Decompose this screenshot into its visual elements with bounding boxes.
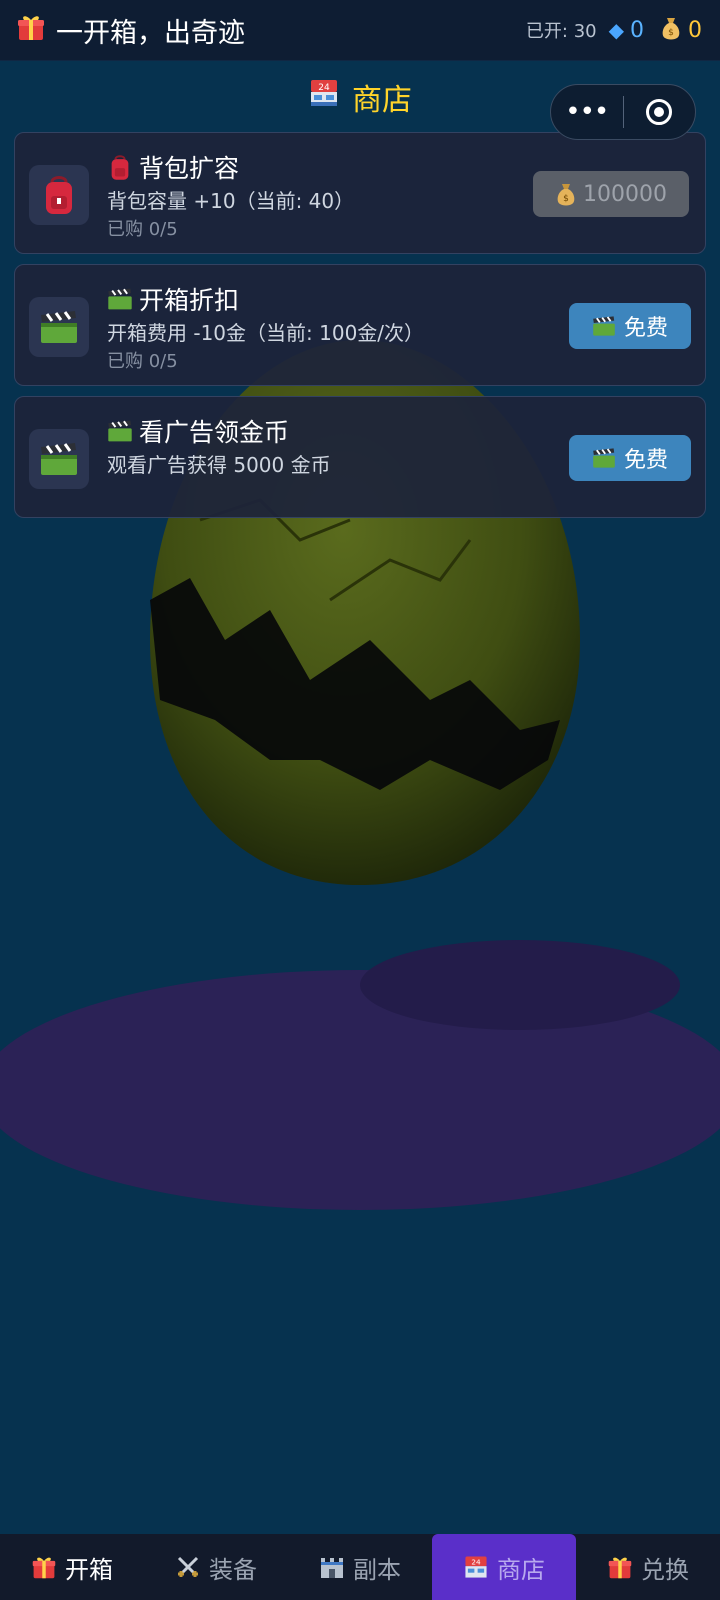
- backpack-icon: [107, 154, 133, 181]
- mini-program-capsule: •••: [550, 84, 696, 140]
- top-bar: 一开箱，出奇迹 已开: 30 ◆ 0 $ 0: [0, 0, 720, 61]
- shop-item-watch-ad: 看广告领金币 观看广告获得 5000 金币 免费: [14, 396, 706, 518]
- nav-label: 兑换: [641, 1555, 689, 1584]
- clapperboard-icon: [107, 287, 133, 311]
- free-button[interactable]: 免费: [569, 303, 691, 349]
- item-description: 开箱费用 -10金（当前: 100金/次）: [107, 321, 425, 345]
- svg-text:$: $: [563, 194, 569, 204]
- purchase-count: 已购 0/5: [107, 351, 178, 372]
- backpack-icon: [29, 165, 89, 225]
- nav-item-shop[interactable]: 24 商店: [432, 1534, 576, 1600]
- gift-icon: [607, 1554, 633, 1580]
- svg-text:24: 24: [471, 1558, 481, 1567]
- svg-text:24: 24: [318, 83, 330, 93]
- clapperboard-icon: [592, 447, 616, 469]
- nav-item-equipment[interactable]: 装备: [144, 1534, 288, 1600]
- price-label: 100000: [583, 181, 667, 207]
- clapperboard-icon: [29, 429, 89, 489]
- diamond-icon: ◆: [608, 18, 624, 42]
- item-title: 看广告领金币: [107, 413, 289, 449]
- item-title-text: 看广告领金币: [139, 418, 290, 447]
- item-title: 背包扩容: [107, 149, 239, 185]
- coin-count: 0: [688, 17, 702, 43]
- item-title: 开箱折扣: [107, 281, 239, 317]
- bottom-nav: 开箱 装备 副本 24 商店 兑换: [0, 1534, 720, 1600]
- item-description: 观看广告获得 5000 金币: [107, 453, 331, 477]
- shop-item-backpack: 背包扩容 背包容量 +10（当前: 40） 已购 0/5 $ 100000: [14, 132, 706, 254]
- shop-title: 商店: [352, 83, 412, 118]
- nav-item-redeem[interactable]: 兑换: [576, 1534, 720, 1600]
- clapperboard-icon: [29, 297, 89, 357]
- store-icon: 24: [308, 77, 340, 117]
- opened-count: 已开: 30: [525, 21, 597, 42]
- free-button[interactable]: 免费: [569, 435, 691, 481]
- nav-item-open-box[interactable]: 开箱: [0, 1534, 144, 1600]
- clapperboard-icon: [592, 315, 616, 337]
- nav-label: 商店: [497, 1555, 545, 1584]
- app-title-text: 一开箱，出奇迹: [56, 17, 245, 49]
- buy-button-disabled[interactable]: $ 100000: [533, 171, 689, 217]
- clapperboard-icon: [107, 419, 133, 443]
- close-mini-program-button[interactable]: [624, 99, 696, 125]
- gem-count: 0: [630, 17, 644, 43]
- item-title-text: 开箱折扣: [139, 286, 240, 315]
- item-description: 背包容量 +10（当前: 40）: [107, 189, 355, 213]
- money-bag-icon: $: [660, 16, 682, 45]
- nav-label: 开箱: [65, 1555, 113, 1584]
- shop-item-discount: 开箱折扣 开箱费用 -10金（当前: 100金/次） 已购 0/5 免费: [14, 264, 706, 386]
- store-icon: 24: [463, 1554, 489, 1580]
- target-icon: [646, 99, 673, 125]
- more-menu-button[interactable]: •••: [551, 99, 623, 125]
- purchase-count: 已购 0/5: [107, 219, 178, 240]
- free-button-label: 免费: [623, 448, 668, 473]
- money-bag-icon: $: [555, 182, 577, 206]
- nav-label: 副本: [353, 1555, 401, 1584]
- gift-icon: [16, 12, 46, 49]
- nav-item-dungeon[interactable]: 副本: [288, 1534, 432, 1600]
- castle-icon: [319, 1554, 345, 1580]
- svg-text:$: $: [668, 28, 674, 38]
- nav-label: 装备: [209, 1555, 257, 1584]
- app-title: 一开箱，出奇迹: [16, 11, 245, 50]
- free-button-label: 免费: [623, 316, 668, 341]
- item-title-text: 背包扩容: [139, 154, 240, 183]
- stats-bar: 已开: 30 ◆ 0 $ 0: [526, 16, 702, 45]
- gift-icon: [31, 1554, 57, 1580]
- crossed-swords-icon: [175, 1554, 201, 1580]
